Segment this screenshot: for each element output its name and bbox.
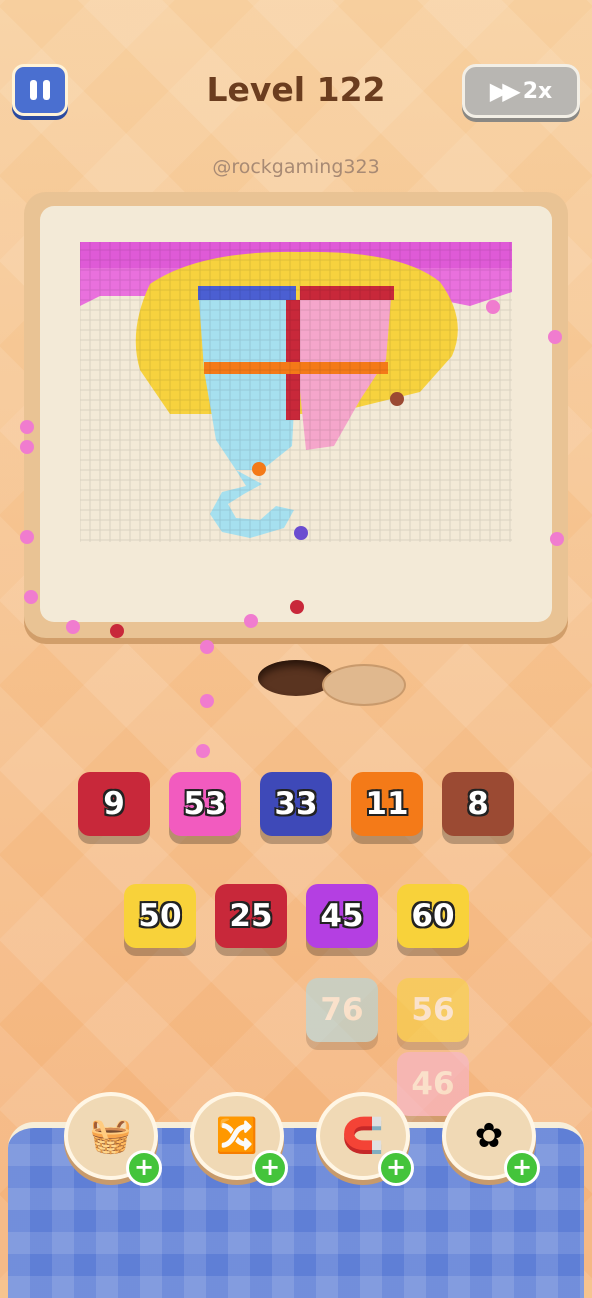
hole-lid [322,664,406,706]
plus-icon[interactable]: + [504,1150,540,1186]
number-tile[interactable]: 8 [442,772,514,836]
number-tile[interactable]: 25 [215,884,287,948]
ant [200,640,214,654]
magnet-icon: 🧲 [341,1116,385,1156]
number-tile[interactable]: 50 [124,884,196,948]
pixel-grid [80,242,512,542]
flower-icon: ✿ [474,1116,504,1156]
ant [290,600,304,614]
ant [252,462,266,476]
number-tile[interactable]: 33 [260,772,332,836]
ant [390,392,404,406]
number-tile: 76 [306,978,378,1042]
ant [550,532,564,546]
number-tile: 56 [397,978,469,1042]
ant [548,330,562,344]
shuffle-icon: 🔀 [215,1116,259,1156]
ant [196,744,210,758]
ant [20,440,34,454]
ant [244,614,258,628]
ant [486,300,500,314]
number-tile[interactable]: 53 [169,772,241,836]
ant [24,590,38,604]
plus-icon[interactable]: + [252,1150,288,1186]
number-tile[interactable]: 9 [78,772,150,836]
ant [294,526,308,540]
ant [20,420,34,434]
number-tile[interactable]: 45 [306,884,378,948]
add-tray-icon: 🧺 [89,1116,133,1156]
number-tile[interactable]: 11 [351,772,423,836]
number-tile[interactable]: 60 [397,884,469,948]
ant [66,620,80,634]
ant [200,694,214,708]
plus-icon[interactable]: + [378,1150,414,1186]
pixel-art [80,242,512,542]
plus-icon[interactable]: + [126,1150,162,1186]
ant [110,624,124,638]
ant [20,530,34,544]
